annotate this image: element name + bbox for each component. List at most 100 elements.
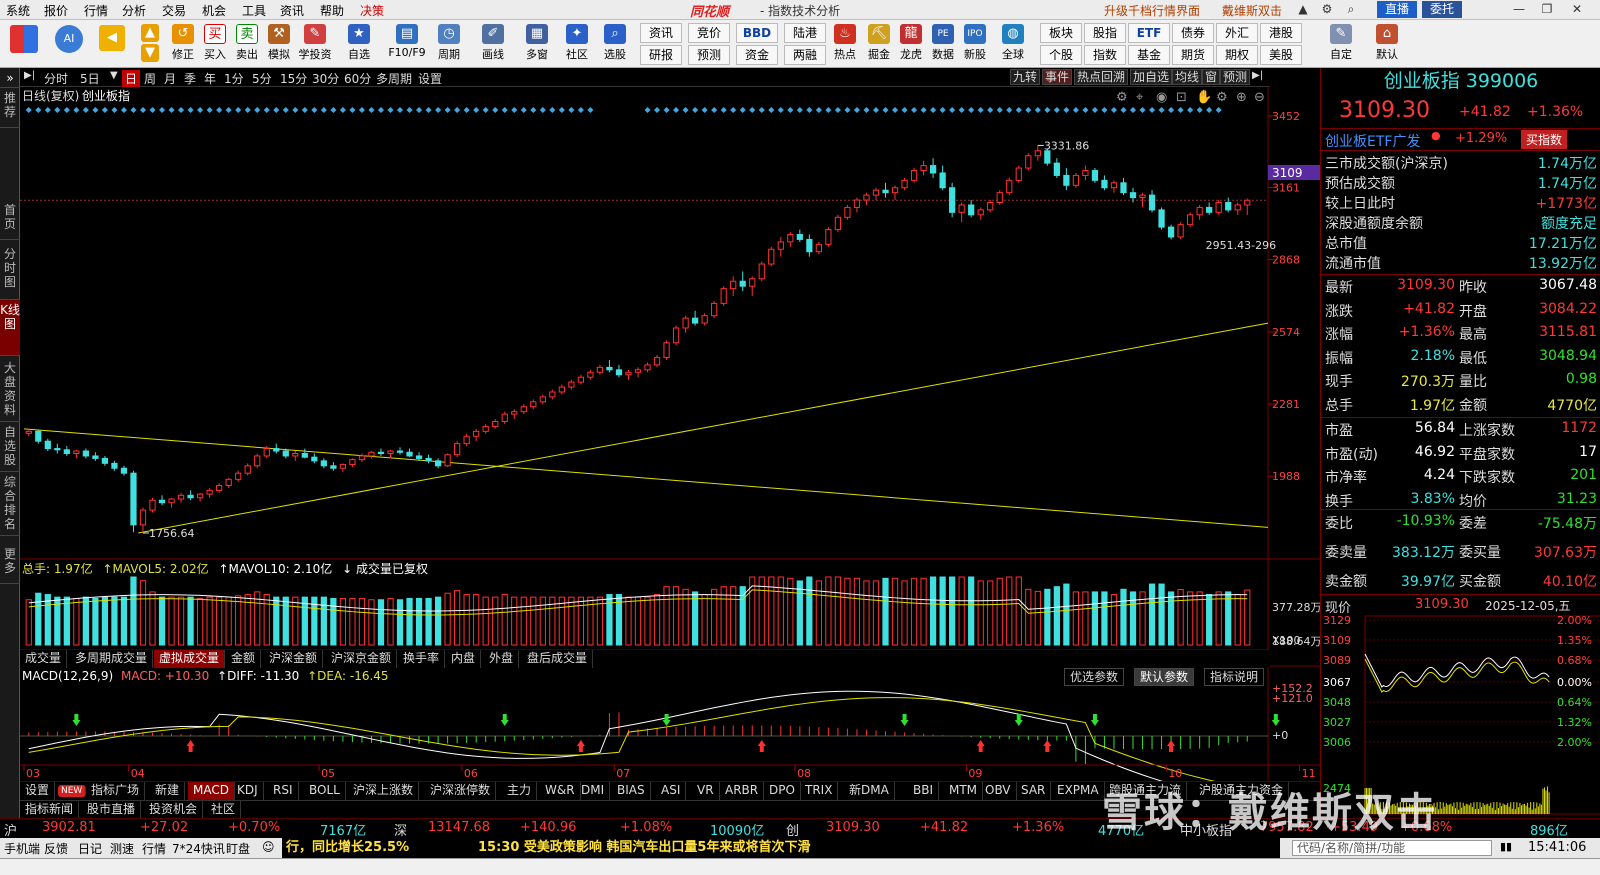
menu-help[interactable]: 帮助 (320, 2, 344, 19)
indicator-tab[interactable]: 沪深涨停数 (425, 782, 497, 800)
watch-link[interactable]: 盯盘 (226, 840, 250, 857)
maximize-icon[interactable]: ❐ (1536, 1, 1558, 18)
indicator-tab[interactable]: W&R (540, 782, 581, 800)
default-button[interactable]: ⌂ 默认 (1372, 23, 1402, 67)
left-nav-toggle-icon[interactable]: » (0, 68, 20, 88)
period-week[interactable]: 周 (144, 70, 156, 87)
menu-trade[interactable]: 交易 (162, 2, 186, 19)
menu-system[interactable]: 系统 (6, 2, 30, 19)
order-button[interactable]: 委托 (1422, 1, 1463, 18)
grid-menu-button[interactable] (8, 24, 40, 68)
grid-zhishu[interactable]: 指数 (1084, 45, 1126, 65)
global-button[interactable]: ◍ 全球 (998, 23, 1028, 67)
period-year[interactable]: 年 (204, 70, 216, 87)
grid-ganggu[interactable]: 港股 (1260, 23, 1302, 43)
events-button[interactable]: 事件 (1042, 69, 1073, 85)
menu-decision[interactable]: 决策 (360, 2, 384, 19)
mobile-link[interactable]: 手机端 (4, 840, 40, 857)
vol-tab-hsj-amount[interactable]: 沪深京金额 (326, 650, 398, 668)
period-timeshare[interactable]: 分时 (44, 70, 68, 87)
indicator-tab[interactable]: DPO (764, 782, 801, 800)
up-arrow-icon[interactable]: ▲ (1292, 1, 1314, 18)
period-button[interactable]: ◷ 周期 (434, 23, 464, 67)
optimal-params-button[interactable]: 优选参数 (1064, 668, 1125, 686)
menu-tools[interactable]: 工具 (242, 2, 266, 19)
period-5day[interactable]: 5日 (80, 70, 100, 87)
indicator-tab[interactable]: MTM (944, 782, 984, 800)
search-icon[interactable]: ⌕ (1340, 1, 1362, 18)
indicator-tab[interactable]: BIAS (612, 782, 651, 800)
indicator-tab[interactable]: ASI (656, 782, 687, 800)
menu-market[interactable]: 行情 (84, 2, 108, 19)
indicator-tab[interactable]: 新DMA (844, 782, 895, 800)
indicator-tab[interactable]: 主力 (502, 782, 538, 800)
left-nav-recommend[interactable]: 推荐 (0, 88, 20, 128)
draw-line-button[interactable]: ✐ 画线 (478, 23, 508, 67)
indicator-tab[interactable]: SAR (1016, 782, 1052, 800)
eye-icon[interactable]: ◉ (1156, 90, 1167, 105)
indicator-tab[interactable]: KDJ (232, 782, 264, 800)
indicator-tab[interactable]: NEW (58, 785, 87, 797)
period-5min[interactable]: 5分 (252, 70, 272, 87)
indicator-tab[interactable]: BOLL (304, 782, 346, 800)
stock-picker-button[interactable]: ⌕ 选股 (600, 23, 630, 67)
grid-bankuai[interactable]: 板块 (1040, 23, 1082, 43)
tools-icon[interactable]: ⚙ (1316, 1, 1338, 18)
zoom-out-icon[interactable]: ⊖ (1254, 90, 1265, 105)
left-nav-market-info[interactable]: 大盘资料 (0, 358, 20, 422)
menu-analysis[interactable]: 分析 (122, 2, 146, 19)
period-30min[interactable]: 30分 (312, 70, 339, 87)
scroll-up-button[interactable]: ▲ ▼ (138, 23, 162, 67)
play-icon[interactable]: ▶| (24, 70, 35, 81)
flash-news-link[interactable]: 7*24快讯 (172, 840, 225, 857)
settings-icon[interactable]: ⚙ (1116, 90, 1128, 105)
lock-icon[interactable]: ⊡ (1176, 90, 1187, 105)
grid-yanbao[interactable]: 研报 (640, 45, 682, 65)
ma-button[interactable]: 均线 (1172, 69, 1203, 85)
window-button[interactable]: 窗 (1202, 69, 1221, 85)
left-nav-more[interactable]: 更多 (0, 544, 20, 584)
grid-bbd[interactable]: BBD (736, 23, 778, 43)
grid-jijin[interactable]: 基金 (1128, 45, 1170, 65)
indicator-tab[interactable]: OBV (980, 782, 1017, 800)
buy-index-button[interactable]: 买指数 (1521, 130, 1568, 149)
period-60min[interactable]: 60分 (344, 70, 371, 87)
simulate-button[interactable]: ⚒ 模拟 (264, 23, 294, 67)
indicator-tab[interactable]: TRIX (800, 782, 839, 800)
period-month[interactable]: 月 (164, 70, 176, 87)
vol-tab-virtual[interactable]: 虚拟成交量 (154, 650, 226, 668)
grid-lugang[interactable]: 陆港 (784, 23, 826, 43)
hotspot-review-button[interactable]: 热点回溯 (1074, 69, 1129, 85)
minimize-icon[interactable]: — (1508, 1, 1530, 18)
grid-guzhi[interactable]: 股指 (1084, 23, 1126, 43)
news-ticker-2[interactable]: 15:30 受美政策影响 韩国汽车出口量5年来或将首次下滑 (478, 838, 1280, 858)
custom-button[interactable]: ✎ 自定 (1326, 23, 1356, 67)
vol-tab-volume[interactable]: 成交量 (20, 650, 68, 668)
watchlist-button[interactable]: ★ 自选 (344, 23, 374, 67)
predict-button[interactable]: 预测 (1220, 69, 1251, 85)
sub-tab-opportunity[interactable]: 投资机会 (144, 801, 204, 819)
hotspot-button[interactable]: ♨ 热点 (830, 23, 860, 67)
multi-window-button[interactable]: ▦ 多窗 (522, 23, 552, 67)
sub-tab-live[interactable]: 股市直播 (82, 801, 142, 819)
indicator-tab[interactable]: 沪深上涨数 (348, 782, 420, 800)
ai-button[interactable]: AI (52, 24, 86, 68)
default-params-button[interactable]: 默认参数 (1134, 668, 1195, 686)
indicator-tab[interactable]: 新建 (150, 782, 186, 800)
left-nav-kline[interactable]: K线图 (0, 300, 20, 356)
left-nav-timeshare[interactable]: 分时图 (0, 244, 20, 300)
grid-etf[interactable]: ETF (1128, 23, 1170, 43)
vol-tab-outer[interactable]: 外盘 (484, 650, 520, 668)
period-settings[interactable]: 设置 (418, 70, 442, 87)
left-nav-ranking[interactable]: 综合排名 (0, 472, 20, 536)
period-1min[interactable]: 1分 (224, 70, 244, 87)
learn-invest-button[interactable]: ✎ 学投资 (299, 23, 332, 67)
menu-opportunity[interactable]: 机会 (202, 2, 226, 19)
kline-chart[interactable]: 日线(复权) 创业板指 ⚙ ⌖ ◉ ⊡ ✋ ⚙ ⊕ ⊖ 3452 3161 2868… (20, 87, 1320, 787)
indicator-tab[interactable]: EXPMA (1052, 782, 1105, 800)
grid-waihui[interactable]: 外汇 (1216, 23, 1258, 43)
left-nav-watchlist[interactable]: 自选股 (0, 422, 20, 472)
chat-icon[interactable]: ☺ (262, 840, 275, 854)
magnet-icon[interactable]: ⌖ (1136, 90, 1144, 105)
vol-tab-inner[interactable]: 内盘 (446, 650, 482, 668)
